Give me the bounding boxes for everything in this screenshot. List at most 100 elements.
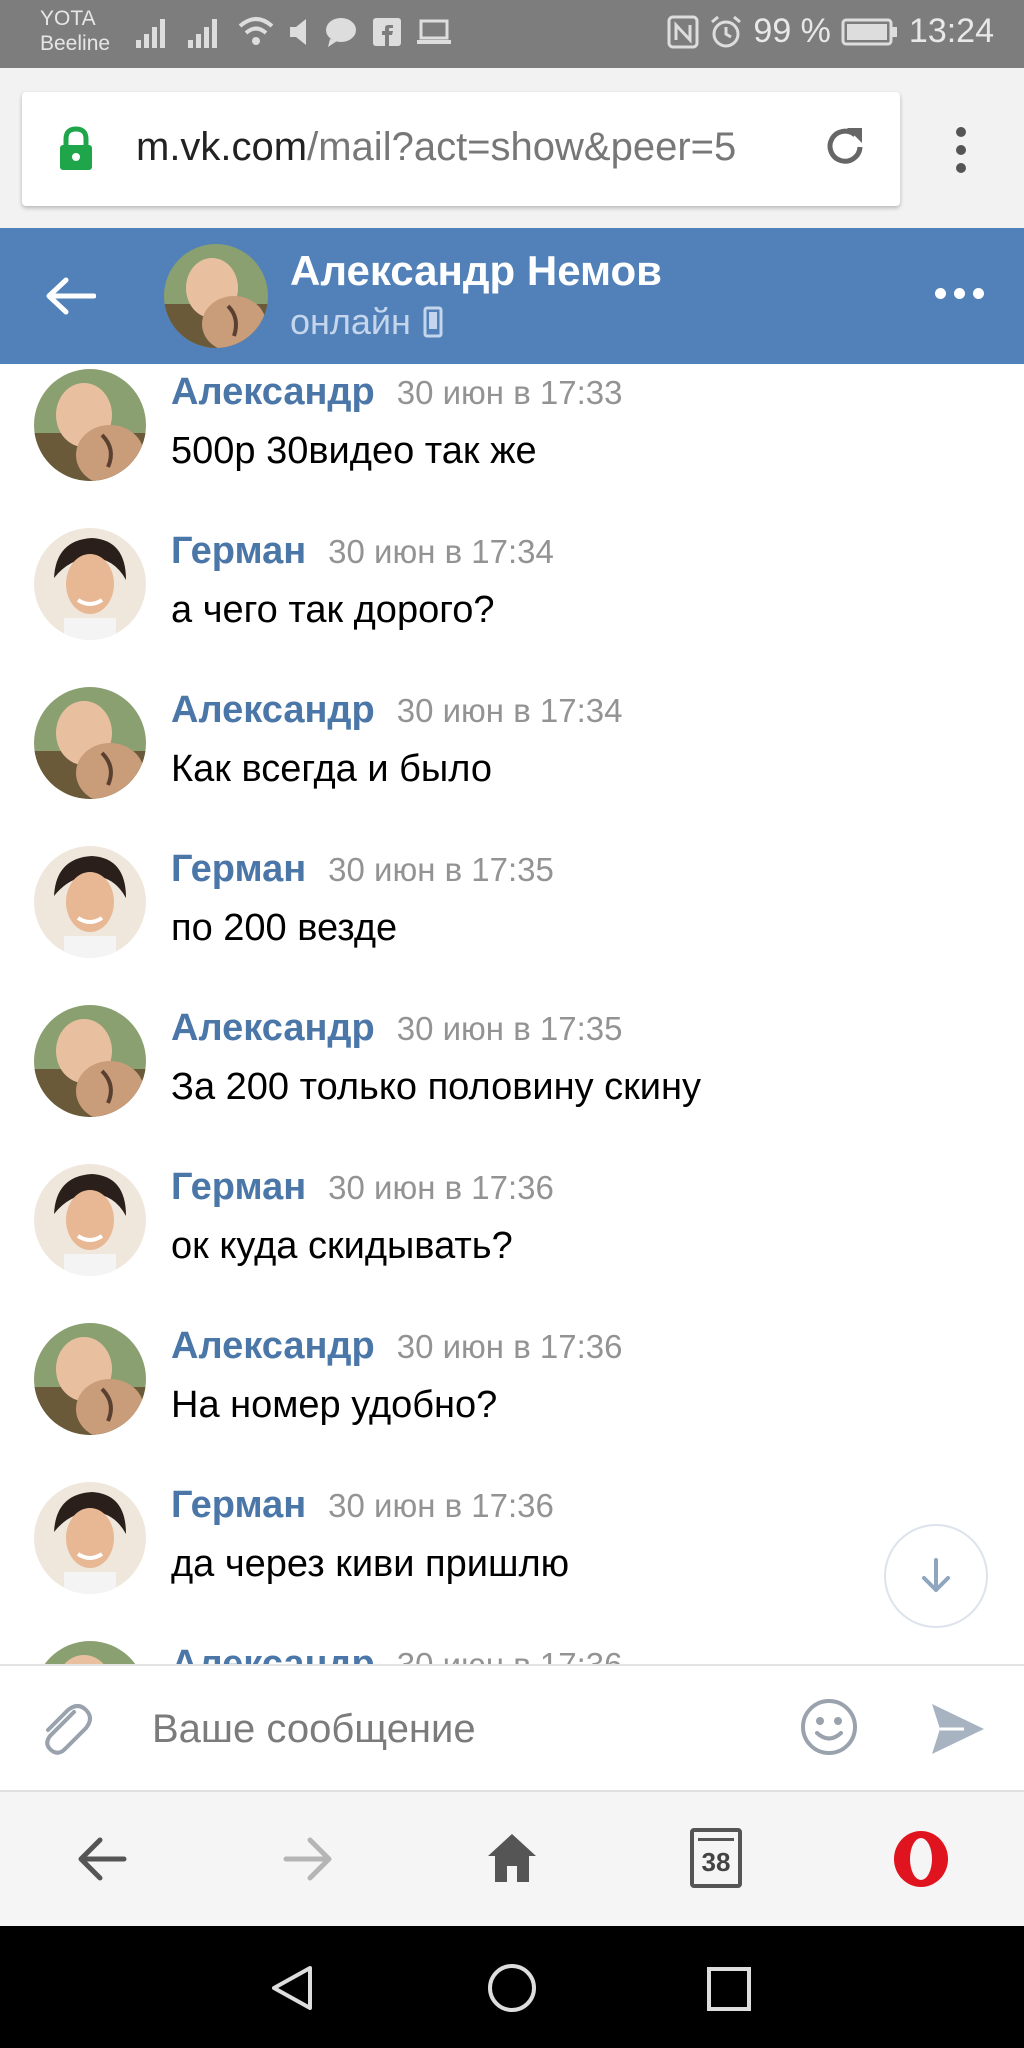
wifi-icon	[238, 17, 274, 45]
status-icons-left	[134, 14, 452, 50]
author-name: Александр	[171, 1643, 375, 1664]
message-time: 30 июн в 17:36	[328, 1487, 554, 1524]
message-time: 30 июн в 17:36	[397, 1646, 623, 1664]
url-text[interactable]: m.vk.com/mail?act=show&peer=5	[136, 122, 736, 172]
status-bar: YOTA Beeline 99 % 13:24	[0, 0, 1024, 68]
status-icons-right: 99 % 13:24	[667, 12, 994, 51]
message-text: За 200 только половину скину	[171, 1066, 701, 1108]
message-author[interactable]: Герман 30 июн в 17:36	[171, 1483, 554, 1528]
avatar[interactable]	[34, 1005, 146, 1117]
reload-icon[interactable]	[820, 122, 870, 172]
author-name: Александр	[171, 371, 375, 413]
message-text: а чего так дорого?	[171, 589, 495, 631]
avatar[interactable]	[34, 687, 146, 799]
message-time: 30 июн в 17:36	[328, 1169, 554, 1206]
browser-menu-icon[interactable]	[950, 126, 972, 176]
opera-menu-icon[interactable]	[892, 1828, 950, 1890]
carrier-names: YOTA Beeline	[40, 6, 110, 56]
attach-icon[interactable]	[34, 1696, 96, 1758]
signal-icon	[136, 19, 165, 48]
contact-avatar[interactable]	[164, 244, 268, 348]
browser-toolbar: m.vk.com/mail?act=show&peer=5	[0, 68, 1024, 228]
facebook-icon	[373, 18, 401, 46]
browser-bottom-bar: 38	[0, 1790, 1024, 1926]
author-name: Герман	[171, 1166, 307, 1208]
message-time: 30 июн в 17:35	[328, 851, 554, 888]
lock-icon	[60, 126, 92, 170]
url-host: m.vk.com	[136, 125, 308, 169]
carrier-yota: YOTA	[40, 7, 96, 30]
author-name: Александр	[171, 1007, 375, 1049]
tabs-button[interactable]: 38	[690, 1828, 742, 1888]
message-text: ок куда скидывать?	[171, 1225, 513, 1267]
author-name: Герман	[171, 1484, 307, 1526]
system-recents-icon[interactable]	[706, 1966, 752, 2012]
message-author[interactable]: Герман 30 июн в 17:35	[171, 847, 554, 892]
mobile-icon	[423, 306, 443, 338]
author-name: Александр	[171, 1325, 375, 1367]
avatar[interactable]	[34, 369, 146, 481]
message-author[interactable]: Александр 30 июн в 17:34	[171, 688, 622, 733]
signal-icon-2	[188, 19, 217, 48]
message-author[interactable]: Герман 30 июн в 17:34	[171, 529, 554, 574]
message-item: Герман 30 июн в 17:36 ок куда скидывать?	[0, 1159, 1024, 1318]
message-list[interactable]: Александр 30 июн в 17:33 500р 30видео так…	[0, 364, 1024, 1664]
avatar[interactable]	[34, 1323, 146, 1435]
browser-forward-icon[interactable]	[282, 1828, 334, 1890]
system-back-icon[interactable]	[270, 1964, 314, 2012]
message-author[interactable]: Александр 30 июн в 17:36	[171, 1642, 622, 1664]
message-composer	[0, 1664, 1024, 1790]
message-item: Александр 30 июн в 17:34 Как всегда и был…	[0, 682, 1024, 841]
scroll-down-button[interactable]	[884, 1524, 988, 1628]
browser-back-icon[interactable]	[76, 1828, 128, 1890]
message-item: Герман 30 июн в 17:35 по 200 везде	[0, 841, 1024, 1000]
arrow-down-icon	[922, 1558, 950, 1592]
avatar[interactable]	[34, 846, 146, 958]
message-icon	[326, 18, 356, 47]
author-name: Александр	[171, 689, 375, 731]
alarm-icon	[711, 15, 742, 47]
message-text: по 200 везде	[171, 907, 398, 949]
nfc-icon	[667, 15, 699, 48]
avatar[interactable]	[34, 1482, 146, 1594]
message-author[interactable]: Александр 30 июн в 17:36	[171, 1324, 622, 1369]
contact-name: Александр Немов	[290, 247, 662, 294]
message-item: Герман 30 июн в 17:36 да через киви пришл…	[0, 1477, 1024, 1636]
home-icon[interactable]	[484, 1828, 540, 1890]
message-author[interactable]: Александр 30 июн в 17:33	[171, 370, 622, 415]
laptop-icon	[417, 19, 451, 44]
message-time: 30 июн в 17:35	[396, 1010, 623, 1047]
message-text: Как всегда и было	[171, 748, 492, 790]
back-arrow-icon[interactable]	[44, 276, 96, 316]
message-item: Герман 30 июн в 17:34 а чего так дорого?	[0, 523, 1024, 682]
address-bar[interactable]: m.vk.com/mail?act=show&peer=5	[22, 92, 900, 206]
message-author[interactable]: Герман 30 июн в 17:36	[171, 1165, 554, 1210]
online-status-label: онлайн	[290, 301, 411, 342]
battery-percent: 99 %	[753, 12, 831, 50]
message-item-partial: Александр 30 июн в 17:36	[0, 1636, 1024, 1664]
author-name: Герман	[171, 530, 307, 572]
mute-icon	[290, 19, 306, 45]
message-text: 500р 30видео так же	[171, 430, 537, 472]
message-item: Александр 30 июн в 17:35 За 200 только по…	[0, 1000, 1024, 1159]
battery-icon	[841, 18, 897, 45]
message-time: 30 июн в 17:36	[396, 1328, 623, 1365]
clock: 13:24	[908, 12, 994, 50]
more-options-icon[interactable]	[935, 288, 984, 299]
contact-status: онлайн	[290, 300, 443, 344]
avatar[interactable]	[34, 528, 146, 640]
avatar[interactable]	[34, 1164, 146, 1276]
message-author[interactable]: Александр 30 июн в 17:35	[171, 1006, 622, 1051]
message-item: Александр 30 июн в 17:33 500р 30видео так…	[0, 364, 1024, 523]
chat-header: Александр Немов онлайн	[0, 228, 1024, 364]
message-text: да через киви пришлю	[171, 1543, 570, 1585]
message-input[interactable]	[150, 1686, 770, 1772]
message-time: 30 июн в 17:33	[396, 374, 623, 411]
tabs-count: 38	[701, 1847, 731, 1877]
emoji-icon[interactable]	[798, 1696, 860, 1758]
carrier-beeline: Beeline	[40, 32, 111, 55]
send-icon[interactable]	[930, 1702, 986, 1756]
system-navigation-bar	[0, 1926, 1024, 2048]
avatar[interactable]	[34, 1641, 146, 1664]
system-home-icon[interactable]	[486, 1962, 538, 2014]
